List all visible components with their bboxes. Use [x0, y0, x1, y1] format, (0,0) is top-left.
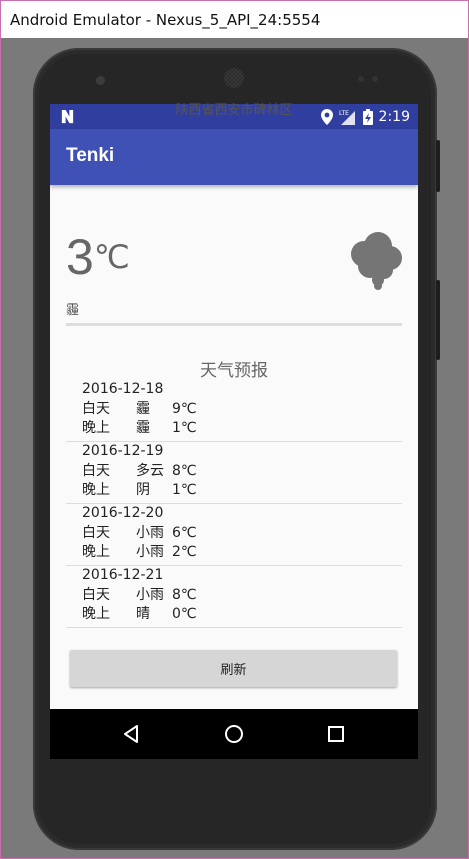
lte-label: LTE — [339, 110, 349, 117]
notification-n-icon — [61, 109, 74, 124]
window-titlebar[interactable]: Android Emulator - Nexus_5_API_24:5554 — [1, 1, 468, 38]
refresh-button[interactable]: 刷新 — [70, 650, 397, 687]
sensor-icon — [372, 76, 378, 82]
volume-button[interactable] — [436, 280, 440, 360]
refresh-button-label: 刷新 — [220, 663, 247, 678]
status-time: 2:19 — [378, 108, 410, 125]
app-bar: Tenki — [50, 129, 418, 185]
power-button[interactable] — [436, 140, 440, 192]
speaker-grille-icon — [224, 68, 244, 88]
app-title: Tenki — [66, 145, 115, 166]
window-title: Android Emulator - Nexus_5_API_24:5554 — [10, 10, 321, 29]
sensor-icon — [358, 76, 364, 82]
battery-charging-icon — [362, 108, 373, 125]
location-pin-icon — [320, 108, 333, 125]
front-camera-icon — [96, 76, 105, 85]
status-bar: LTE 2:19 — [50, 104, 418, 129]
lte-signal-icon: LTE — [339, 110, 355, 125]
